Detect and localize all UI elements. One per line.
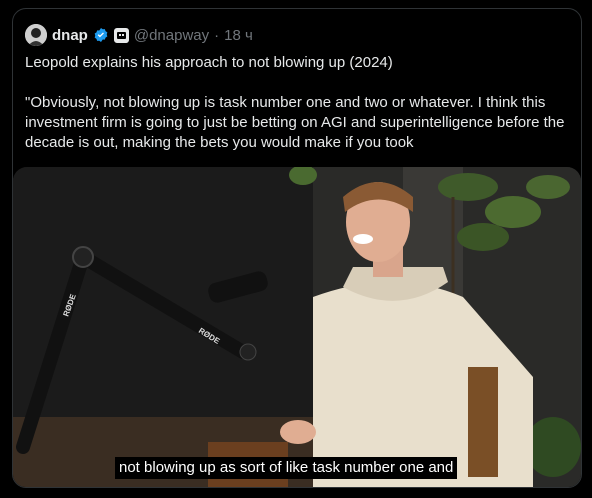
tweet-line-quote: "Obviously, not blowing up is task numbe…: [25, 94, 565, 151]
timestamp[interactable]: 18 ч: [224, 27, 253, 44]
video-player[interactable]: RØDE RØDE not blowing up as sort of like…: [13, 167, 581, 487]
tweet-line-title: Leopold explains his approach to not blo…: [25, 54, 393, 71]
affiliation-badge-icon[interactable]: [113, 27, 129, 43]
verified-badge-icon: [94, 28, 108, 42]
video-caption: not blowing up as sort of like task numb…: [115, 457, 458, 479]
tweet-text: Leopold explains his approach to not blo…: [25, 53, 570, 153]
author-handle[interactable]: @dnapway: [134, 27, 209, 44]
video-frame: RØDE RØDE: [13, 167, 581, 487]
separator-dot: ·: [214, 26, 220, 44]
avatar[interactable]: [25, 24, 47, 46]
avatar-image-icon: [25, 24, 47, 46]
tweet-card[interactable]: dnap @dnapway · 18 ч Leopold explains hi…: [12, 8, 582, 488]
author-name[interactable]: dnap: [52, 27, 88, 44]
tweet-header: dnap @dnapway · 18 ч: [25, 23, 253, 47]
